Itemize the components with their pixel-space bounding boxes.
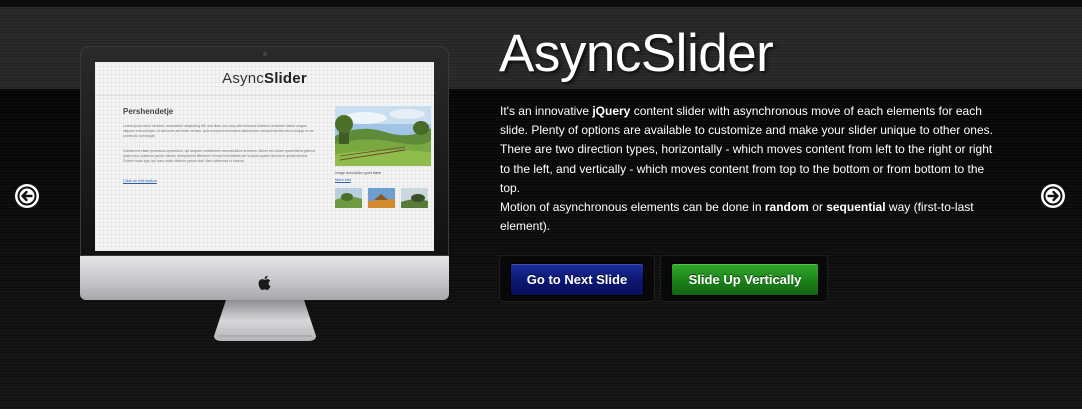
arrow-left-circle-icon (16, 185, 38, 207)
next-slide-arrow[interactable] (1041, 184, 1065, 208)
screen-landscape-photo (335, 106, 431, 166)
description-bold-jquery: jQuery (592, 104, 631, 118)
description-text: Motion of asynchronous elements can be d… (500, 200, 765, 215)
screen-paragraph-2: Claritas est etiam processus dynamicus, … (123, 149, 316, 163)
screen-header: AsyncSlider (95, 62, 434, 96)
description-bold-sequential: sequential (826, 200, 886, 215)
top-edge (0, 0, 1082, 7)
slide-up-vertically-button[interactable]: Slide Up Vertically (671, 263, 819, 296)
screen-image-caption: Image description goes here (335, 171, 381, 175)
imac-preview: AsyncSlider Pershendetje Lorem ipsum dol… (80, 46, 449, 346)
next-button-well: Go to Next Slide (499, 255, 655, 302)
description-text: It's an innovative (500, 104, 593, 118)
screen-caption-bold: here (373, 171, 381, 175)
webcam-dot (263, 52, 267, 56)
apple-logo-icon (258, 275, 271, 291)
screen-more-link: More info (335, 178, 351, 182)
screen-logo-light: Async (222, 70, 264, 87)
arrow-right-circle-icon (1042, 185, 1064, 207)
go-to-next-slide-button[interactable]: Go to Next Slide (510, 263, 644, 296)
description-text: or (808, 200, 827, 215)
screen-thumbnail-2 (368, 188, 395, 208)
imac-stand (214, 300, 316, 341)
description-paragraph-2: There are two direction types, horizonta… (500, 142, 993, 195)
screen-thumbnail-1 (335, 188, 362, 208)
screen-logo-bold: Slider (263, 70, 307, 87)
description-paragraph-3: Motion of asynchronous elements can be d… (500, 198, 1005, 236)
screen-logo: AsyncSlider (95, 70, 434, 87)
screen-heading: Pershendetje (123, 107, 174, 116)
description-bold-random: random (764, 200, 809, 215)
screen-paragraph-1: Lorem ipsum dolor sit amet, consectetur … (123, 124, 314, 138)
screen-thumbnail-3 (401, 188, 428, 208)
prev-slide-button[interactable] (15, 184, 39, 208)
imac-screen: AsyncSlider Pershendetje Lorem ipsum dol… (95, 62, 434, 251)
description-paragraph-1: It's an innovative jQuery content slider… (500, 102, 1005, 140)
screen-caption-text: Image description goes (335, 171, 374, 175)
vertical-button-well: Slide Up Vertically (660, 255, 828, 302)
slide-title: AsyncSlider (499, 24, 774, 83)
screen-link: Click on this button (123, 178, 157, 183)
slide-description: It's an innovative jQuery content slider… (500, 102, 1005, 236)
